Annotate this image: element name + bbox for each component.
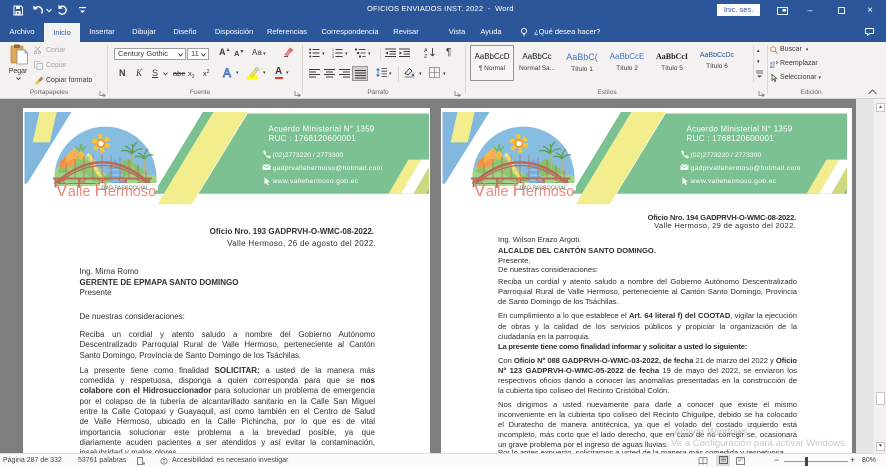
svg-text:ac: ac: [770, 64, 776, 68]
svg-text:www.vallehermoso.gob.ec: www.vallehermoso.gob.ec: [272, 178, 359, 185]
svg-text:Z: Z: [424, 54, 428, 58]
svg-text:(02)2773220 / 2773300: (02)2773220 / 2773300: [273, 152, 344, 159]
svg-text:RUC : 1768120600001: RUC : 1768120600001: [269, 134, 357, 143]
svg-text:GAD PARROQUIAL: GAD PARROQUIAL: [102, 186, 149, 192]
svg-text:A: A: [223, 66, 231, 79]
svg-text:GAD PARROQUIAL: GAD PARROQUIAL: [520, 186, 567, 192]
svg-text:Acuerdo Ministerial N° 1359: Acuerdo Ministerial N° 1359: [687, 125, 793, 134]
svg-text:Acuerdo Ministerial N° 1359: Acuerdo Ministerial N° 1359: [269, 125, 375, 134]
svg-text:(02)2773220 / 2773300: (02)2773220 / 2773300: [691, 152, 762, 159]
svg-text:gadprvallehermoso@hotmail.com: gadprvallehermoso@hotmail.com: [273, 165, 383, 172]
svg-text:gadprvallehermoso@hotmail.com: gadprvallehermoso@hotmail.com: [691, 165, 801, 172]
svg-text:www.vallehermoso.gob.ec: www.vallehermoso.gob.ec: [690, 178, 777, 185]
svg-text:3: 3: [332, 55, 334, 58]
svg-text:RUC : 1768120600001: RUC : 1768120600001: [687, 134, 775, 143]
